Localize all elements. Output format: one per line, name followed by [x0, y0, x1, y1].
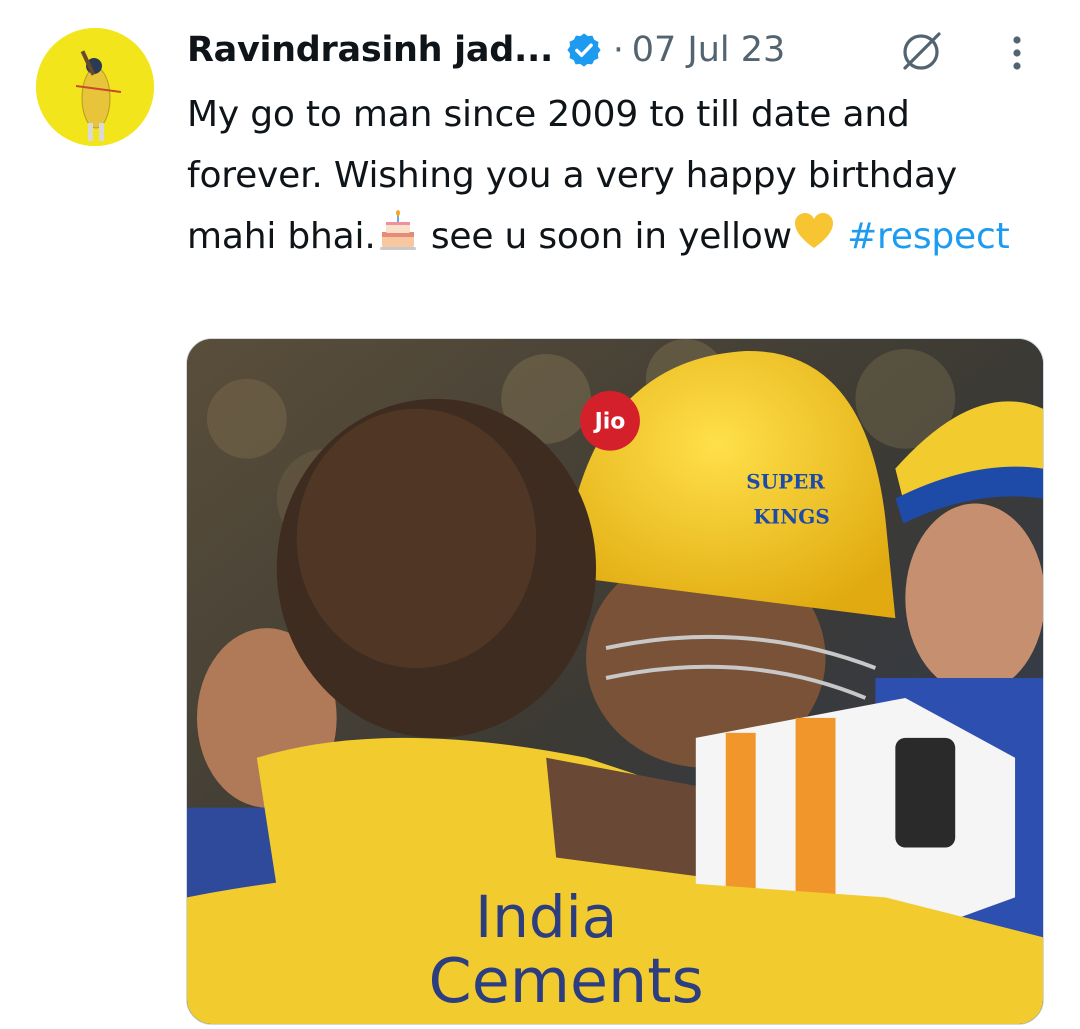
tweet-header: Ravindrasinh jad... · 07 Jul 23	[187, 22, 1040, 78]
photo-image: Jio SUPER KINGS India Cements	[187, 339, 1043, 1024]
tweet-date[interactable]: 07 Jul 23	[632, 30, 786, 70]
birthday-cake-icon	[376, 210, 420, 254]
tweet-card[interactable]: Ravindrasinh jad... · 07 Jul 23 My go to…	[0, 0, 1080, 1029]
tweet-text: My go to man since 2009 to till date and…	[187, 84, 1037, 267]
author-name[interactable]: Ravindrasinh jad...	[187, 30, 553, 70]
more-options-icon[interactable]	[1002, 28, 1032, 78]
helmet-logo-text: Jio	[593, 410, 626, 435]
tweet-text-part2: see u soon in yellow	[419, 216, 792, 257]
yellow-heart-icon	[792, 210, 836, 254]
grok-icon[interactable]	[895, 26, 947, 78]
hashtag-link[interactable]: #respect	[847, 216, 1010, 257]
avatar-image	[36, 28, 154, 146]
helmet-badge-line2: KINGS	[753, 504, 829, 528]
tweet-photo[interactable]: Jio SUPER KINGS India Cements	[186, 338, 1044, 1025]
jersey-line2: Cements	[429, 945, 704, 1017]
jersey-line1: India	[475, 883, 617, 951]
header-separator: ·	[612, 30, 624, 70]
helmet-badge-line1: SUPER	[746, 470, 825, 494]
author-avatar[interactable]	[36, 28, 154, 146]
verified-badge-icon	[565, 31, 603, 69]
